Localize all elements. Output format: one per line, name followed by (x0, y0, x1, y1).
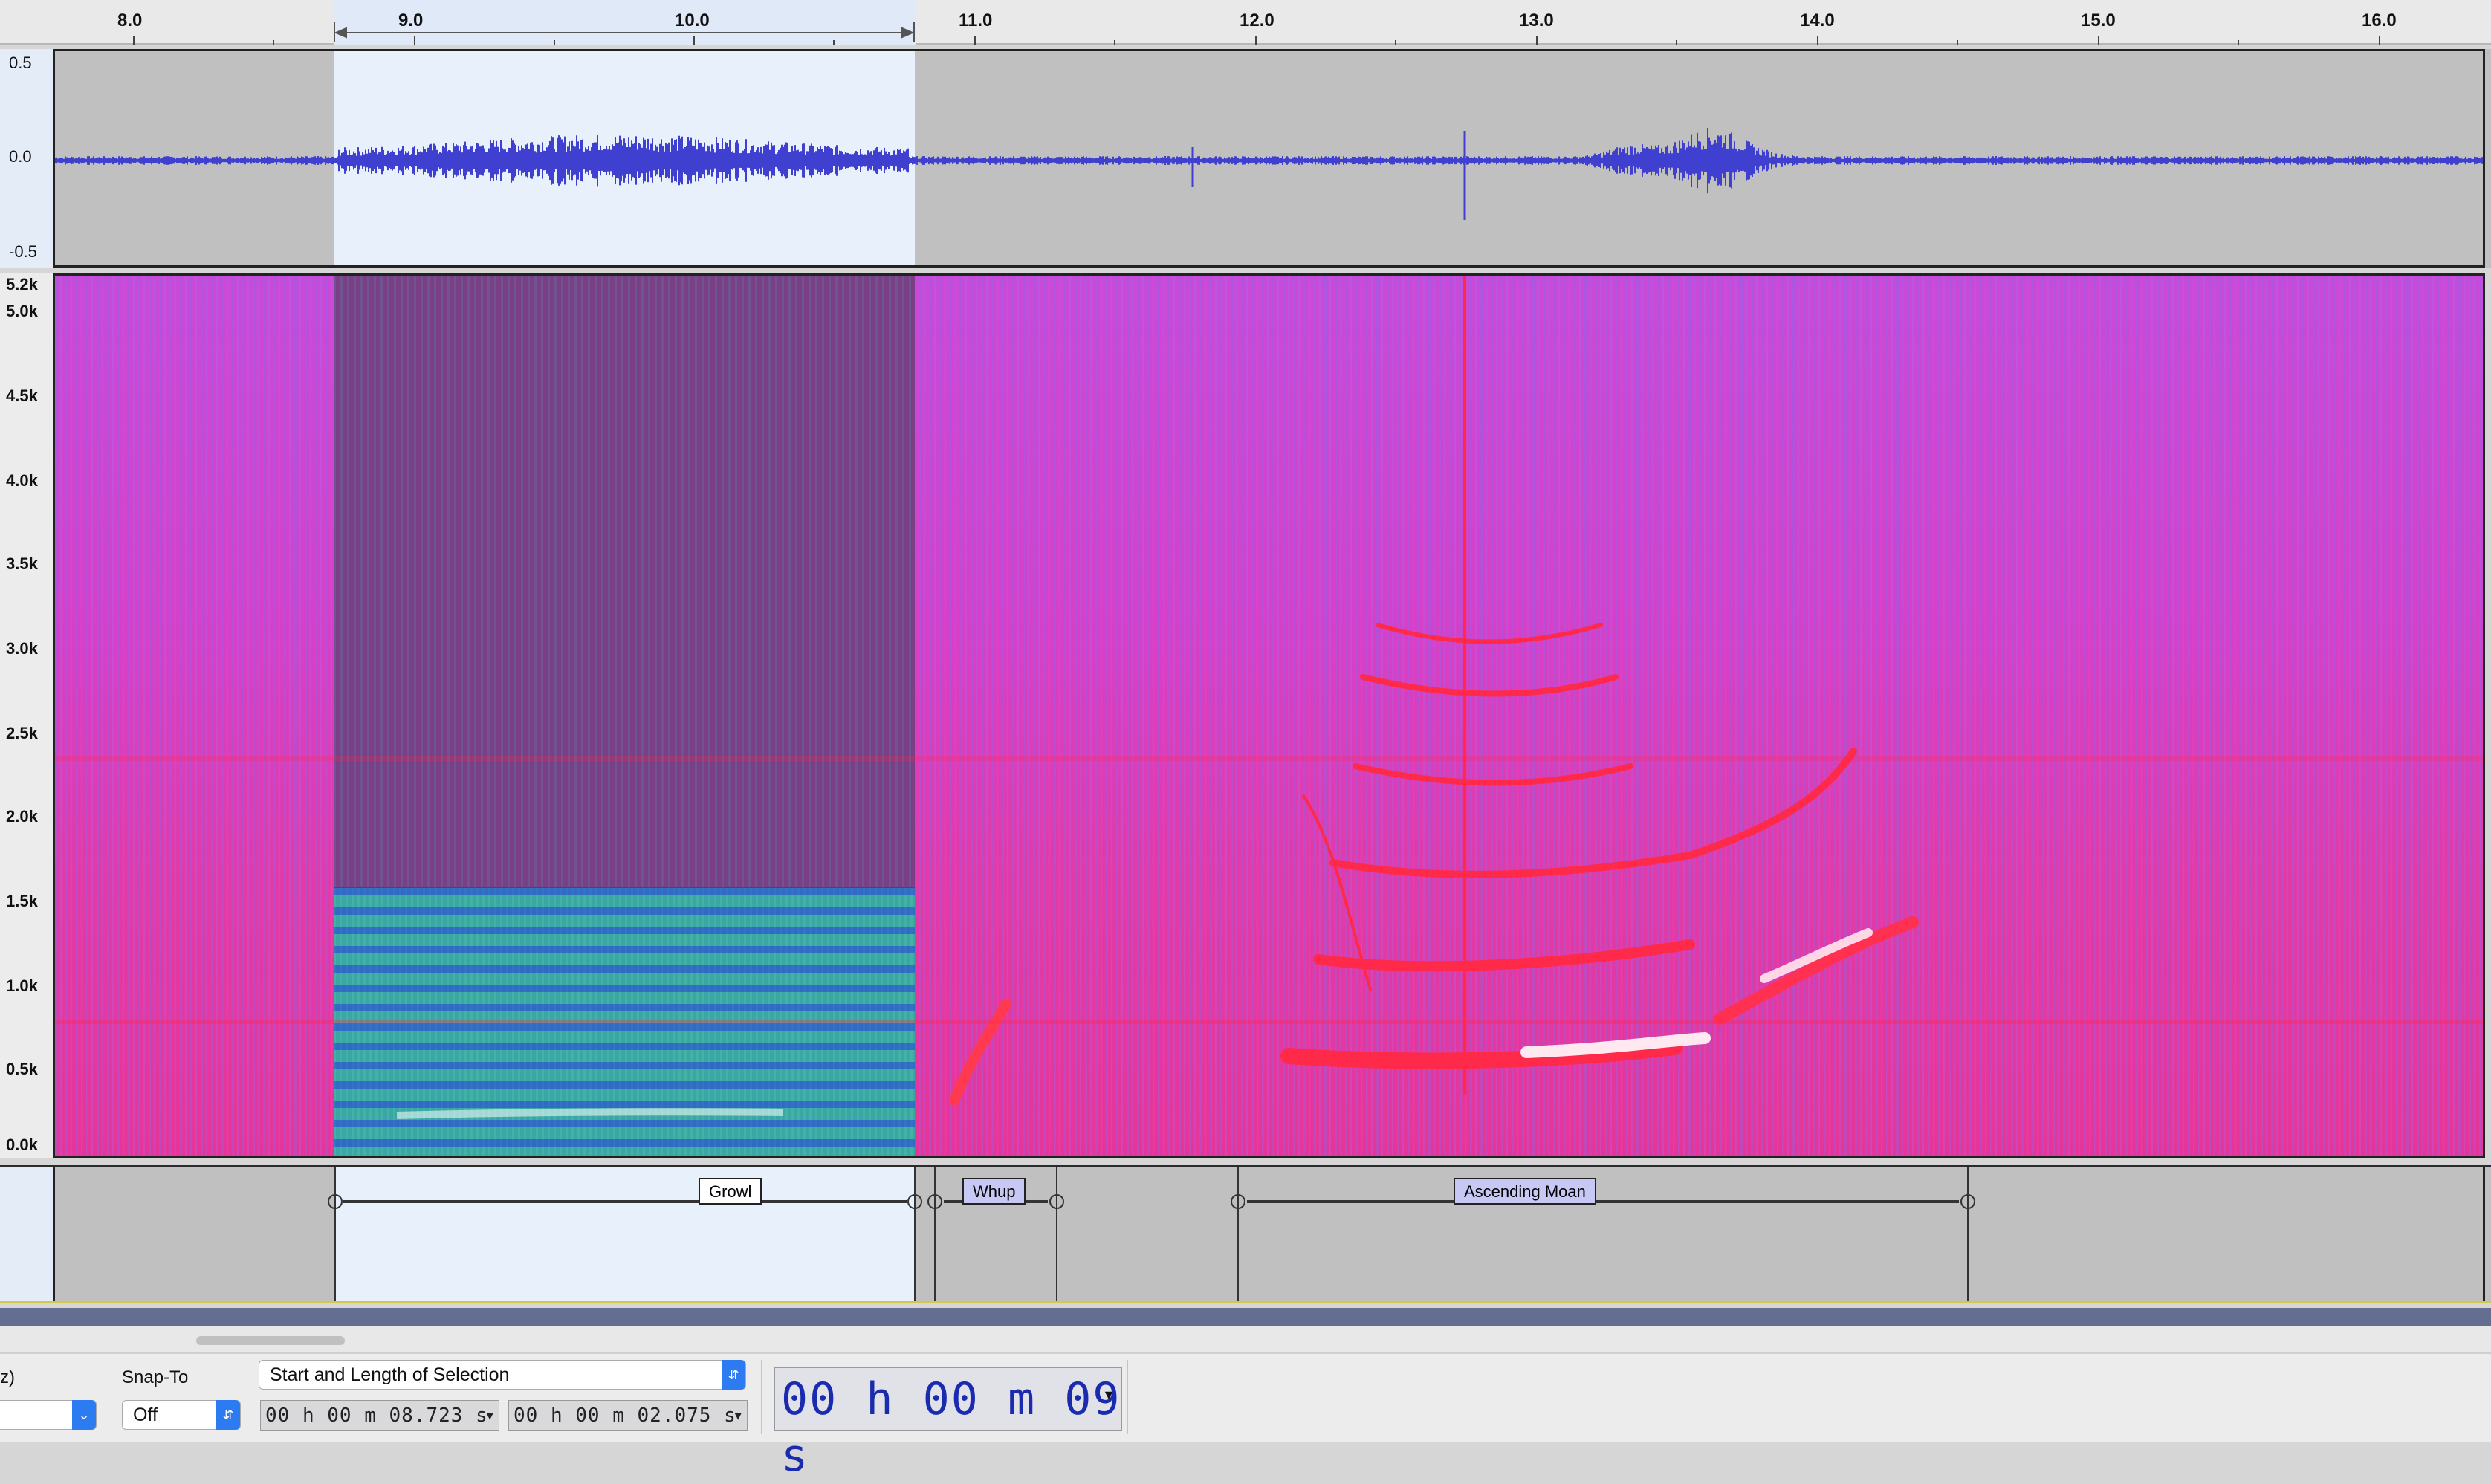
freq-label: 1.0k (6, 976, 38, 995)
selection-start-value: 00 h 00 m 08.723 s (265, 1404, 488, 1427)
freq-label: 3.5k (6, 554, 38, 573)
freq-label: 2.5k (6, 724, 38, 742)
horizontal-scroll-thumb[interactable] (196, 1336, 345, 1345)
scale-label-bottom: -0.5 (9, 242, 37, 261)
selection-start-time[interactable]: 00 h 00 m 08.723 s ▼ (260, 1400, 499, 1431)
chevron-down-icon: ⌄ (72, 1400, 96, 1430)
selection-mode-value: Start and Length of Selection (270, 1364, 510, 1385)
freq-label: 1.5k (6, 892, 38, 910)
selection-length-value: 00 h 00 m 02.075 s (514, 1404, 736, 1427)
spectrogram-track[interactable]: 5.2k 5.0k 4.5k 4.0k 3.5k 3.0k 2.5k 2.0k … (0, 273, 2491, 1158)
label-connectors (328, 1167, 1975, 1301)
ruler-ticks (133, 22, 2380, 45)
freq-label: 5.2k (6, 275, 38, 294)
audio-position-display[interactable]: 00 h 00 m 09 s ▼ (774, 1367, 1122, 1482)
waveform-area[interactable] (55, 49, 2485, 268)
label-track[interactable]: Growl Whup Ascending Moan (0, 1165, 2491, 1303)
scale-label-zero: 0.0 (9, 147, 32, 166)
dropdown-caret-icon: ▼ (1102, 1387, 1115, 1402)
updown-arrows-icon: ⇵ (216, 1400, 240, 1430)
waveform-graphic (55, 127, 2483, 220)
spectrogram-area[interactable] (55, 273, 2485, 1158)
freq-label: 0.0k (6, 1135, 38, 1154)
waveform-vertical-scale[interactable]: 0.5 0.0 -0.5 (0, 49, 55, 268)
track-area-bottom-bar (0, 1308, 2491, 1326)
snap-to-dropdown[interactable]: Off ⇵ (122, 1400, 241, 1430)
label-growl[interactable]: Growl (699, 1178, 762, 1205)
project-rate-dropdown[interactable]: ⌄ (0, 1400, 97, 1430)
frequency-scale[interactable]: 5.2k 5.0k 4.5k 4.0k 3.5k 3.0k 2.5k 2.0k … (0, 273, 55, 1158)
label-ascending-moan[interactable]: Ascending Moan (1454, 1178, 1596, 1205)
scale-label-top: 0.5 (9, 54, 32, 72)
snap-to-label: Snap-To (122, 1367, 189, 1387)
waveform-track[interactable]: 0.5 0.0 -0.5 (0, 49, 2491, 268)
dropdown-caret-icon: ▼ (734, 1408, 742, 1422)
freq-label: 0.5k (6, 1060, 38, 1078)
updown-arrows-icon: ⇵ (722, 1360, 745, 1390)
spectrogram-features (55, 276, 2483, 1119)
toolbar-divider (1127, 1360, 1128, 1434)
freq-label: 3.0k (6, 639, 38, 658)
freq-label: 2.0k (6, 807, 38, 826)
selection-length-time[interactable]: 00 h 00 m 02.075 s ▼ (508, 1400, 748, 1431)
selection-toolbar: z) ⌄ Snap-To Off ⇵ Start and Length of S… (0, 1352, 2491, 1482)
snap-to-value: Off (133, 1404, 158, 1425)
horizontal-scrollbar[interactable] (0, 1326, 2491, 1352)
selection-mode-dropdown[interactable]: Start and Length of Selection ⇵ (259, 1360, 746, 1390)
label-area[interactable]: Growl Whup Ascending Moan (55, 1167, 2485, 1301)
ruler-selection-range (334, 22, 915, 42)
audio-position-value: 00 h 00 m 09 s (781, 1373, 1121, 1482)
toolbar-divider (761, 1360, 762, 1434)
freq-label: 4.5k (6, 386, 38, 405)
project-rate-label-fragment: z) (0, 1367, 15, 1387)
freq-label: 4.0k (6, 471, 38, 490)
label-track-control[interactable] (0, 1167, 55, 1301)
timeline-ruler[interactable]: 8.0 9.0 10.0 11.0 12.0 13.0 14.0 15.0 16… (0, 0, 2491, 45)
freq-label: 5.0k (6, 302, 38, 320)
label-whup[interactable]: Whup (962, 1178, 1026, 1205)
dropdown-caret-icon: ▼ (486, 1408, 494, 1422)
